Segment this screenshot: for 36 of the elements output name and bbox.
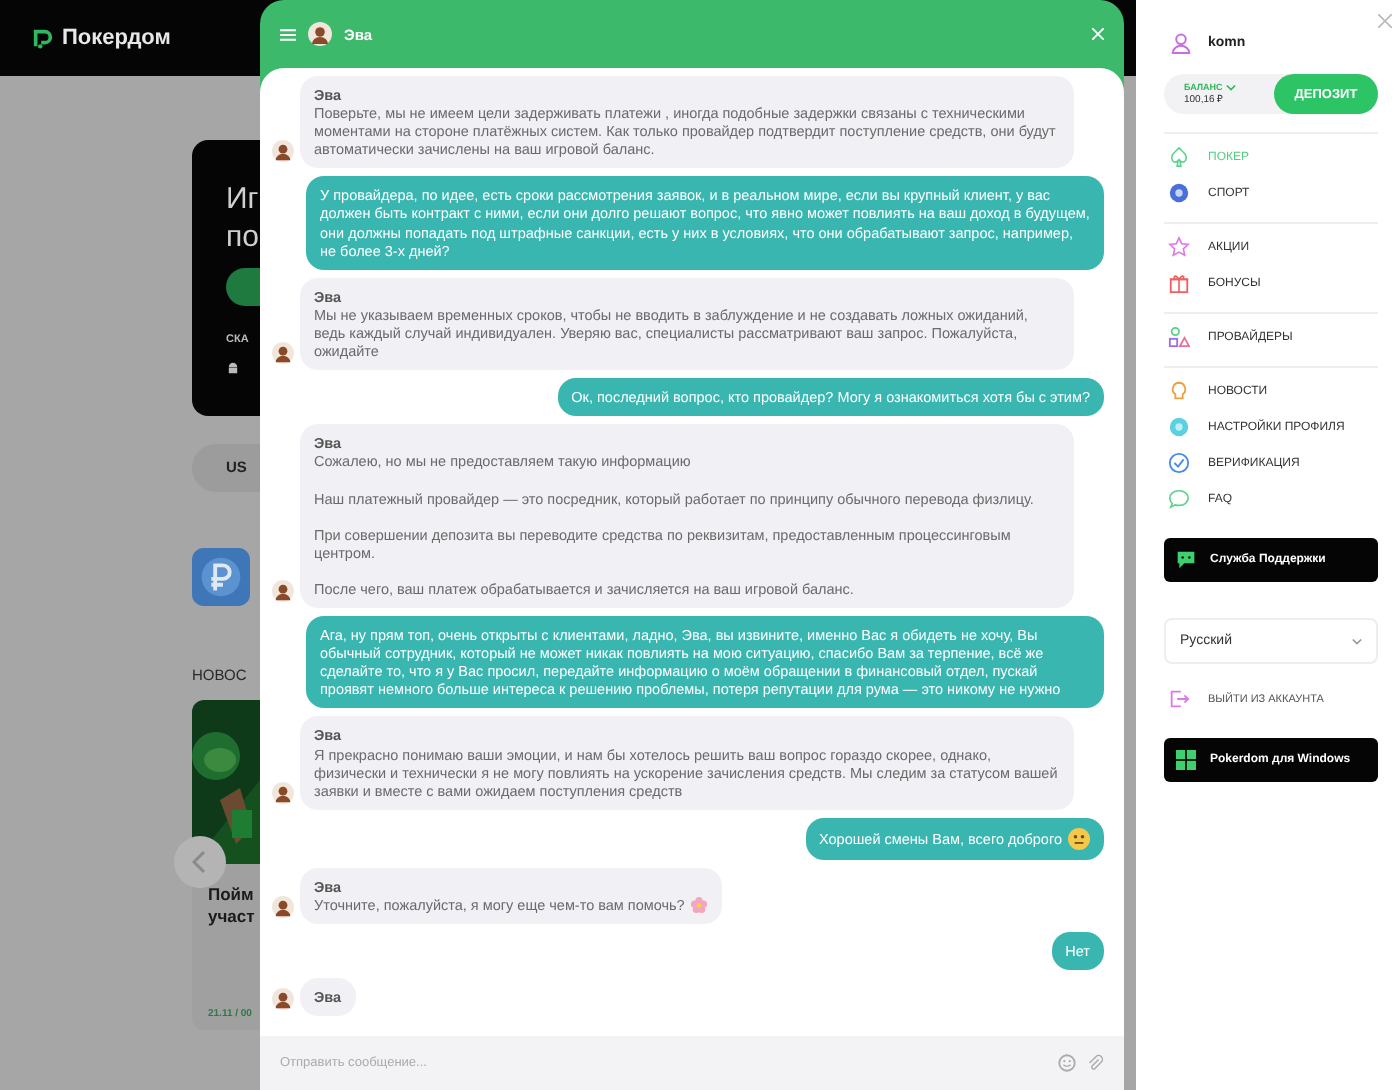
avatar-icon: [272, 781, 294, 804]
check-icon[interactable]: [1168, 452, 1190, 474]
smiley-icon: [1068, 827, 1090, 850]
ruble-icon[interactable]: [192, 548, 250, 606]
logo-icon: [32, 27, 54, 49]
avatar-icon: [272, 988, 294, 1011]
promo-title: Иг: [226, 180, 260, 218]
speech-bubble-icon[interactable]: [1168, 488, 1190, 510]
promo-title: по: [226, 218, 260, 256]
avatar-icon: [308, 22, 332, 46]
site-logo[interactable]: Покердом: [62, 26, 171, 50]
avatar-icon: [272, 580, 294, 603]
menu-icon[interactable]: [280, 27, 296, 41]
windows-icon: [1176, 750, 1196, 770]
emoji-icon[interactable]: [1058, 1054, 1076, 1072]
news-title: участ: [206, 906, 257, 928]
caret-icon: [1352, 637, 1362, 645]
bulb-icon[interactable]: [1168, 380, 1190, 402]
flower-icon: [690, 895, 709, 914]
spade-icon[interactable]: [1168, 146, 1190, 168]
avatar-icon: [272, 896, 294, 918]
promo-button[interactable]: [226, 268, 260, 306]
star-icon[interactable]: [1168, 236, 1190, 258]
previous-button[interactable]: [174, 836, 226, 888]
chat-icon: [1176, 550, 1196, 570]
news-title: Пойм: [206, 884, 256, 906]
close-icon[interactable]: [1378, 14, 1392, 28]
attachment-icon[interactable]: [1086, 1054, 1104, 1072]
user-icon: [1170, 32, 1192, 54]
gift-icon[interactable]: [1168, 272, 1190, 294]
avatar-icon: [272, 342, 294, 365]
caret-icon[interactable]: [1226, 83, 1237, 91]
logout-icon[interactable]: [1168, 688, 1190, 710]
shapes-icon[interactable]: [1168, 326, 1190, 348]
android-icon[interactable]: [226, 362, 240, 376]
avatar-icon: [272, 140, 294, 163]
